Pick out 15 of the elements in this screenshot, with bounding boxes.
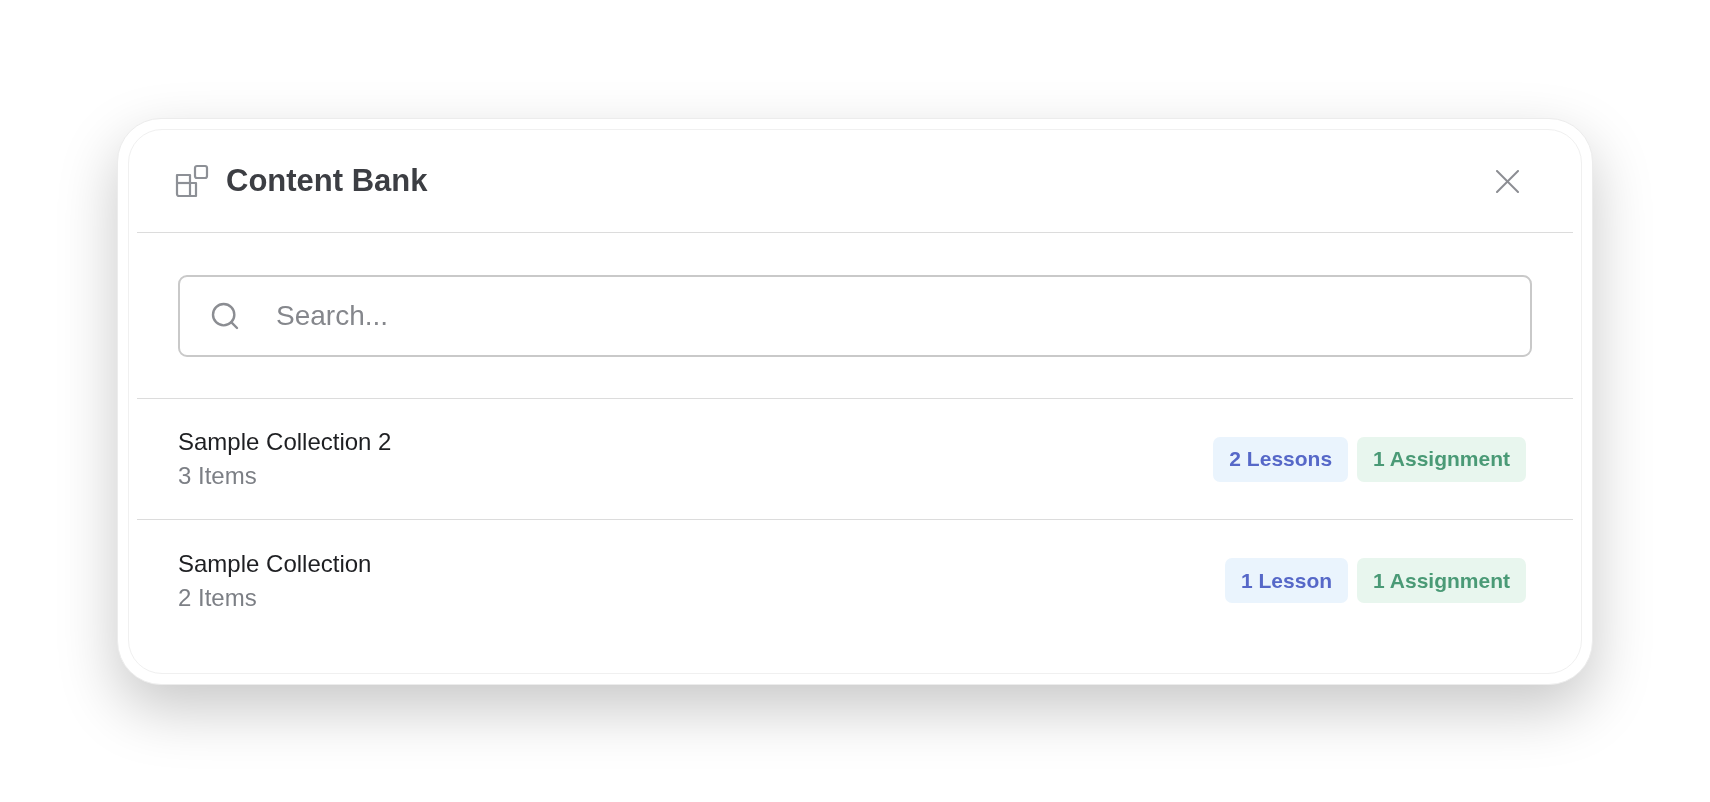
collection-name: Sample Collection <box>178 548 372 579</box>
assignment-tag: 1 Assignment <box>1357 436 1526 482</box>
search-field[interactable]: Search... <box>178 275 1532 357</box>
assignment-tag: 1 Assignment <box>1357 558 1526 603</box>
lesson-tag: 1 Lesson <box>1225 558 1349 603</box>
item-count: 3 Items <box>178 461 258 491</box>
collection-row[interactable]: Sample Collection 2 3 Items 2 Lessons 1 Assignment <box>137 399 1573 520</box>
lesson-tag: 2 Lessons <box>1213 436 1349 482</box>
collection-name: Sample Collection 2 <box>178 427 392 457</box>
dialog-title: Content Bank <box>226 161 428 200</box>
item-count: 2 Items <box>178 582 258 613</box>
blocks-icon <box>175 164 209 198</box>
collection-row[interactable]: Sample Collection 2 Items 1 Lesson 1 Assignment <box>137 520 1573 641</box>
search-icon <box>209 300 241 332</box>
close-icon[interactable] <box>1496 169 1519 193</box>
